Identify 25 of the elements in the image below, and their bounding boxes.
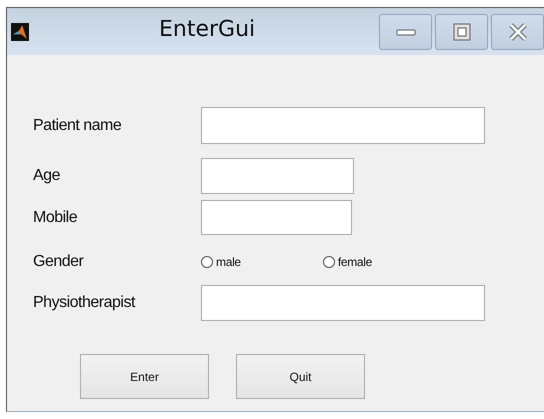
maximize-icon bbox=[452, 23, 470, 41]
close-icon bbox=[508, 22, 528, 42]
field-label: Age bbox=[33, 167, 61, 185]
radio-option[interactable]: female bbox=[322, 255, 372, 269]
window-title: EnterGui bbox=[159, 17, 256, 42]
radio-label: male bbox=[216, 255, 241, 269]
field-label: Physiotherapist bbox=[33, 294, 136, 312]
app-icon bbox=[11, 22, 29, 40]
action-button[interactable]: Enter bbox=[80, 354, 209, 399]
minimize-button[interactable] bbox=[379, 14, 432, 50]
input-field[interactable] bbox=[201, 200, 352, 235]
maximize-button[interactable] bbox=[435, 14, 488, 50]
field-label: Mobile bbox=[33, 208, 78, 226]
minimize-icon bbox=[396, 27, 416, 37]
radio-option[interactable]: male bbox=[201, 255, 241, 269]
field-label: Gender bbox=[33, 253, 84, 271]
input-field[interactable] bbox=[201, 285, 485, 321]
field-label: Patient name bbox=[33, 116, 122, 134]
radio-label: female bbox=[338, 255, 372, 269]
radio-button[interactable] bbox=[322, 256, 335, 268]
input-field[interactable] bbox=[201, 158, 354, 194]
radio-button[interactable] bbox=[201, 256, 213, 268]
action-button[interactable]: Quit bbox=[236, 354, 365, 399]
close-button[interactable] bbox=[491, 14, 544, 50]
input-field[interactable] bbox=[201, 107, 485, 144]
